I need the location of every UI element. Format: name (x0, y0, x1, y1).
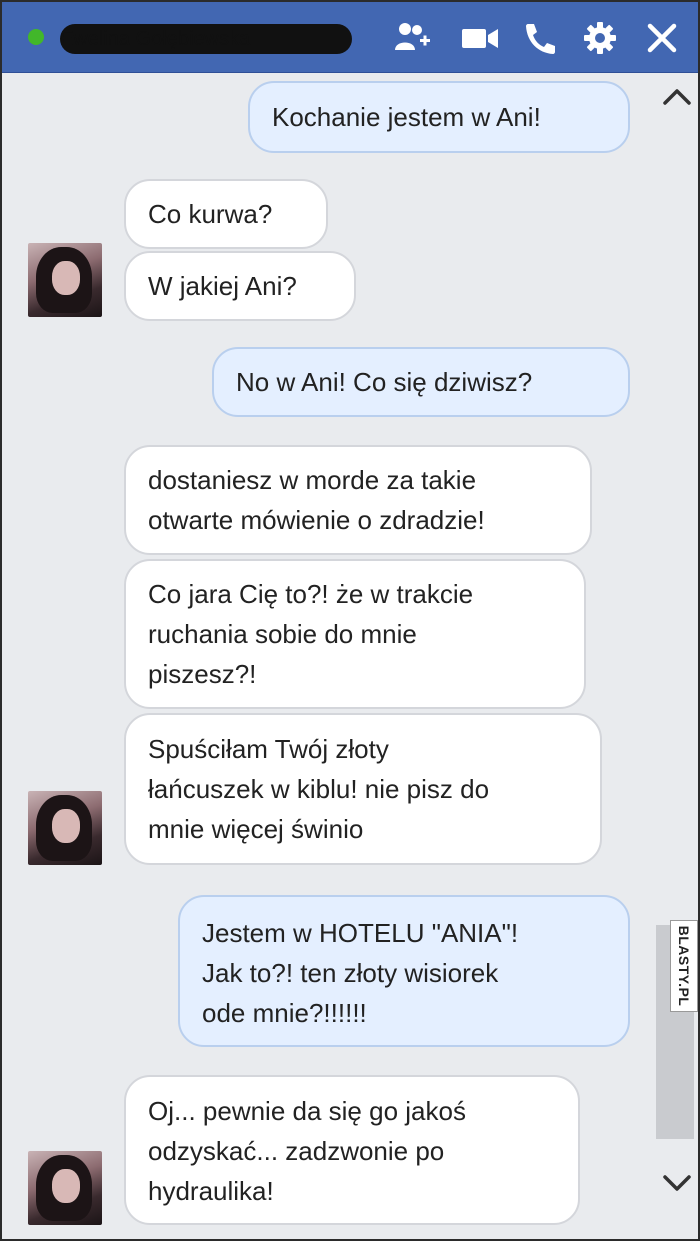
online-status-dot (28, 29, 44, 45)
message-text: otwarte mówienie o zdradzie! (148, 505, 485, 535)
message-text: No w Ani! Co się dziwisz? (236, 367, 533, 397)
message-bubble-incoming: Oj... pewnie da się go jakoś odzyskać...… (124, 1075, 580, 1225)
message-text: dostaniesz w morde za takie (148, 465, 477, 495)
message-bubble-outgoing: Jestem w HOTELU "ANIA"! Jak to?! ten zło… (178, 895, 630, 1047)
chat-window: Ewelina Gołębiewska Kochanie jestem w An… (0, 0, 700, 1241)
phone-call-icon[interactable] (520, 20, 560, 56)
message-text: Spuściłam Twój złoty (148, 734, 389, 764)
message-text: Co kurwa? (148, 199, 273, 229)
message-bubble-outgoing: No w Ani! Co się dziwisz? (212, 347, 630, 417)
contact-avatar[interactable] (28, 791, 102, 865)
settings-icon[interactable] (580, 20, 620, 56)
video-call-icon[interactable] (460, 20, 500, 56)
message-text: W jakiej Ani? (148, 271, 297, 301)
message-text: Kochanie jestem w Ani! (272, 102, 541, 132)
message-bubble-outgoing: Kochanie jestem w Ani! (248, 81, 630, 153)
close-icon[interactable] (642, 20, 682, 56)
chat-header: Ewelina Gołębiewska (2, 2, 698, 73)
message-bubble-incoming: W jakiej Ani? (124, 251, 356, 321)
contact-name: Ewelina Gołębiewska (60, 28, 251, 50)
message-text: mnie więcej świnio (148, 814, 364, 844)
message-text: Jak to?! ten złoty wisiorek (202, 958, 499, 988)
contact-name-redacted[interactable]: Ewelina Gołębiewska (60, 24, 352, 54)
add-friend-icon[interactable] (392, 20, 432, 56)
message-text: Jestem w HOTELU "ANIA"! (202, 918, 519, 948)
message-bubble-incoming: dostaniesz w morde za takie otwarte mówi… (124, 445, 592, 555)
message-text: ode mnie?!!!!!! (202, 998, 367, 1028)
message-text: hydraulika! (148, 1176, 274, 1206)
message-text: Oj... pewnie da się go jakoś (148, 1096, 466, 1126)
scrollbar[interactable] (654, 73, 698, 1239)
message-bubble-incoming: Spuściłam Twój złoty łańcuszek w kiblu! … (124, 713, 602, 865)
avatar-face (52, 1169, 80, 1203)
message-bubble-incoming: Co jara Cię to?! że w trakcie ruchania s… (124, 559, 586, 709)
scroll-down-chevron-icon[interactable] (662, 1171, 692, 1195)
message-text: odzyskać... zadzwonie po (148, 1136, 445, 1166)
message-list[interactable]: Kochanie jestem w Ani! Co kurwa? W jakie… (2, 73, 652, 1239)
message-text: ruchania sobie do mnie (148, 619, 417, 649)
contact-avatar[interactable] (28, 243, 102, 317)
avatar-face (52, 261, 80, 295)
avatar-face (52, 809, 80, 843)
message-text: łańcuszek w kiblu! nie pisz do (148, 774, 490, 804)
watermark-text: BLASTY.PL (676, 925, 692, 1007)
message-bubble-incoming: Co kurwa? (124, 179, 328, 249)
contact-avatar[interactable] (28, 1151, 102, 1225)
site-watermark: BLASTY.PL (670, 920, 698, 1012)
message-text: piszesz?! (148, 659, 257, 689)
message-text: Co jara Cię to?! że w trakcie (148, 579, 474, 609)
scroll-up-chevron-icon[interactable] (662, 85, 692, 109)
